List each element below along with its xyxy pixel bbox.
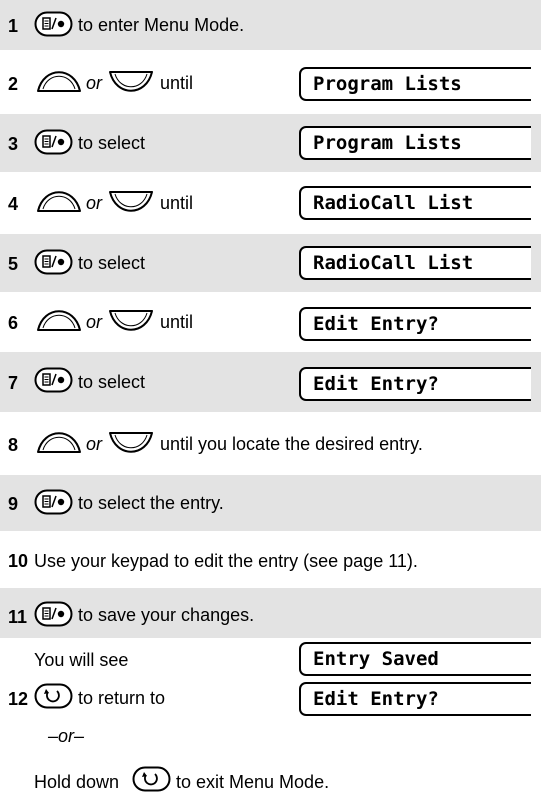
step-11: 11 to save your changes. <box>0 588 541 638</box>
step-number: 10 <box>8 551 29 571</box>
step-number: 1 <box>8 16 19 36</box>
step-text: to select <box>78 253 146 273</box>
you-will-see-label: You will see <box>34 650 129 670</box>
scroll-up-button-icon <box>37 432 81 453</box>
display-readout: RadioCall List <box>299 186 531 220</box>
step-6: 6 or until Edit Entry? <box>0 292 541 352</box>
step-text: to select <box>78 133 146 153</box>
step-9: 9 to select the entry. <box>0 475 541 531</box>
display-readout: RadioCall List <box>299 246 531 280</box>
scroll-down-button-icon <box>109 191 153 212</box>
step-text: until <box>160 73 194 93</box>
step-number: 5 <box>8 254 19 274</box>
scroll-down-button-icon <box>109 432 153 453</box>
step-number: 3 <box>8 134 19 154</box>
step-text: to enter Menu Mode. <box>78 15 245 35</box>
or-label: or <box>86 73 103 93</box>
or-label: or <box>86 434 103 454</box>
or-label: or <box>86 312 103 332</box>
step-number: 2 <box>8 74 19 94</box>
step-7: 7 to select Edit Entry? <box>0 352 541 412</box>
display-readout: Edit Entry? <box>299 307 531 341</box>
or-label: or <box>86 193 103 213</box>
menu-select-button-icon <box>34 601 73 627</box>
step-5: 5 to select RadioCall List <box>0 234 541 292</box>
step-number: 4 <box>8 194 19 214</box>
exit-home-button-icon <box>132 766 171 792</box>
menu-select-button-icon <box>34 489 73 515</box>
step-number: 6 <box>8 313 19 333</box>
step-text: to save your changes. <box>78 605 255 625</box>
exit-home-button-icon <box>34 683 73 709</box>
scroll-down-button-icon <box>109 71 153 92</box>
menu-select-button-icon <box>34 367 73 393</box>
step-10: 10 Use your keypad to edit the entry (se… <box>0 531 541 588</box>
step-2: 2 or until Program Lists <box>0 50 541 114</box>
step-12: 12 to return to Edit Entry? <box>0 680 541 720</box>
step-8: 8 or until you locate the desired entry. <box>0 412 541 475</box>
display-readout: Entry Saved <box>299 642 531 676</box>
scroll-up-button-icon <box>37 71 81 92</box>
scroll-up-button-icon <box>37 191 81 212</box>
step-1: 1 to enter Menu Mode. <box>0 0 541 50</box>
menu-select-button-icon <box>34 129 73 155</box>
hold-down-label: Hold down <box>34 772 120 792</box>
step-3: 3 to select Program Lists <box>0 114 541 172</box>
display-readout: Program Lists <box>299 67 531 101</box>
step-4: 4 or until RadioCall List <box>0 172 541 234</box>
step-text: to return to <box>78 688 166 708</box>
display-readout: Program Lists <box>299 126 531 160</box>
display-readout: Edit Entry? <box>299 367 531 401</box>
step-text: until <box>160 312 194 332</box>
step-number: 9 <box>8 494 19 514</box>
menu-select-button-icon <box>34 249 73 275</box>
step-text: Use your keypad to edit the entry (see p… <box>34 551 418 571</box>
menu-select-button-icon <box>34 11 73 37</box>
scroll-down-button-icon <box>109 310 153 331</box>
step-text: to select the entry. <box>78 493 224 513</box>
display-readout: Edit Entry? <box>299 682 531 716</box>
step-text: to select <box>78 372 146 392</box>
or-separator: –or– <box>48 726 85 746</box>
step-number: 7 <box>8 373 19 393</box>
step-text: until you locate the desired entry. <box>160 434 423 454</box>
step-number: 12 <box>8 689 29 709</box>
exit-menu-text: to exit Menu Mode. <box>176 772 330 792</box>
step-number: 8 <box>8 435 19 455</box>
step-text: until <box>160 193 194 213</box>
scroll-up-button-icon <box>37 310 81 331</box>
step-number: 11 <box>8 607 28 627</box>
